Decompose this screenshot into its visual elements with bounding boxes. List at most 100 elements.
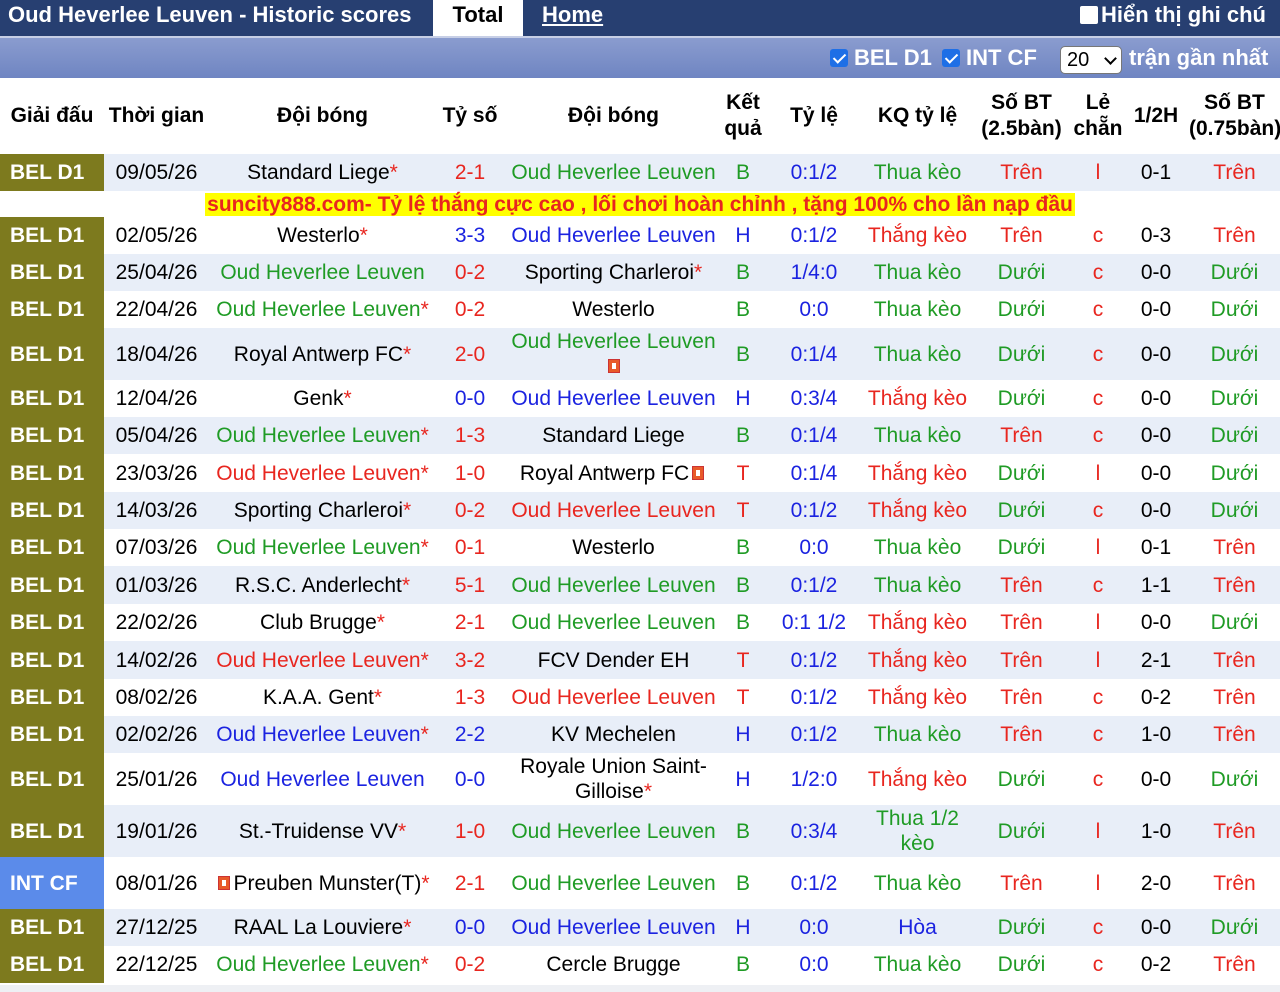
ad-text[interactable]: suncity888.com- Tỷ lệ thắng cực cao , lố… xyxy=(205,192,1075,216)
league-cell[interactable]: BEL D1 xyxy=(0,417,104,454)
home-team-name[interactable]: Oud Heverlee Leuven xyxy=(216,298,420,321)
score-cell[interactable]: 1-3 xyxy=(436,679,504,716)
away-team-name[interactable]: Oud Heverlee Leuven xyxy=(511,330,715,353)
away-team[interactable]: Oud Heverlee Leuven xyxy=(504,566,723,604)
score-cell[interactable]: 2-1 xyxy=(436,857,504,909)
home-team[interactable]: Sporting Charleroi* xyxy=(209,492,436,529)
away-team[interactable]: Oud Heverlee Leuven xyxy=(504,380,723,417)
checkbox-icon[interactable] xyxy=(1080,6,1098,24)
score-cell[interactable]: 2-0 xyxy=(436,328,504,380)
away-team-name[interactable]: Oud Heverlee Leuven xyxy=(511,916,715,939)
league-cell[interactable]: BEL D1 xyxy=(0,946,104,983)
away-team[interactable]: Royal Antwerp FC xyxy=(504,454,723,492)
away-team[interactable]: Westerlo xyxy=(504,291,723,328)
away-team-name[interactable]: Standard Liege xyxy=(542,424,684,447)
league-cell[interactable]: BEL D1 xyxy=(0,753,104,805)
league-cell[interactable]: INT CF xyxy=(0,857,104,909)
league-cell[interactable]: BEL D1 xyxy=(0,604,104,641)
home-team[interactable]: Preuben Munster(T)* xyxy=(209,857,436,909)
home-team[interactable]: Standard Liege* xyxy=(209,154,436,191)
home-team-name[interactable]: St.-Truidense VV xyxy=(239,820,398,843)
home-team-name[interactable]: Oud Heverlee Leuven xyxy=(216,424,420,447)
home-team[interactable]: Oud Heverlee Leuven xyxy=(209,254,436,291)
away-team-name[interactable]: Oud Heverlee Leuven xyxy=(511,820,715,843)
home-team[interactable]: Oud Heverlee Leuven* xyxy=(209,946,436,983)
away-team[interactable]: Oud Heverlee Leuven xyxy=(504,679,723,716)
home-team[interactable]: RAAL La Louviere* xyxy=(209,909,436,946)
home-team-name[interactable]: Westerlo xyxy=(277,224,359,247)
filter-league-bel[interactable]: BEL D1 xyxy=(830,45,932,71)
home-team[interactable]: Oud Heverlee Leuven* xyxy=(209,716,436,753)
tab-total[interactable]: Total xyxy=(433,0,523,36)
away-team-name[interactable]: Sporting Charleroi xyxy=(525,261,694,284)
home-team-name[interactable]: Oud Heverlee Leuven xyxy=(216,953,420,976)
score-cell[interactable]: 5-1 xyxy=(436,566,504,604)
away-team[interactable]: Oud Heverlee Leuven xyxy=(504,604,723,641)
league-cell[interactable]: BEL D1 xyxy=(0,679,104,716)
home-team[interactable]: Genk* xyxy=(209,380,436,417)
home-team-name[interactable]: Royal Antwerp FC xyxy=(234,343,403,366)
match-count-select[interactable]: 20 xyxy=(1060,46,1122,74)
home-team[interactable]: Oud Heverlee Leuven* xyxy=(209,417,436,454)
score-cell[interactable]: 3-2 xyxy=(436,641,504,679)
league-cell[interactable]: BEL D1 xyxy=(0,716,104,753)
league-cell[interactable]: BEL D1 xyxy=(0,641,104,679)
away-team-name[interactable]: Westerlo xyxy=(572,298,654,321)
score-cell[interactable]: 2-2 xyxy=(436,716,504,753)
home-team[interactable]: Oud Heverlee Leuven* xyxy=(209,454,436,492)
checkbox-checked-icon[interactable] xyxy=(942,49,960,67)
score-cell[interactable]: 1-3 xyxy=(436,417,504,454)
league-cell[interactable]: BEL D1 xyxy=(0,328,104,380)
home-team-name[interactable]: Oud Heverlee Leuven xyxy=(220,768,424,791)
away-team[interactable]: Standard Liege xyxy=(504,417,723,454)
score-cell[interactable]: 0-2 xyxy=(436,946,504,983)
score-cell[interactable]: 0-1 xyxy=(436,529,504,566)
league-cell[interactable]: BEL D1 xyxy=(0,154,104,191)
league-cell[interactable]: BEL D1 xyxy=(0,805,104,857)
away-team-name[interactable]: Cercle Brugge xyxy=(546,953,680,976)
ad-cell[interactable]: suncity888.com- Tỷ lệ thắng cực cao , lố… xyxy=(0,191,1280,217)
away-team-name[interactable]: Oud Heverlee Leuven xyxy=(511,574,715,597)
home-team[interactable]: R.S.C. Anderlecht* xyxy=(209,566,436,604)
home-team-name[interactable]: Club Brugge xyxy=(260,611,377,634)
tab-home[interactable]: Home xyxy=(542,2,603,28)
away-team[interactable]: Oud Heverlee Leuven xyxy=(504,805,723,857)
away-team-name[interactable]: Oud Heverlee Leuven xyxy=(511,611,715,634)
home-team[interactable]: Westerlo* xyxy=(209,217,436,254)
filter-league-int[interactable]: INT CF xyxy=(942,45,1037,71)
home-team-name[interactable]: Preuben Munster(T) xyxy=(233,872,421,895)
home-team[interactable]: St.-Truidense VV* xyxy=(209,805,436,857)
away-team[interactable]: Sporting Charleroi* xyxy=(504,254,723,291)
home-team[interactable]: Oud Heverlee Leuven* xyxy=(209,529,436,566)
away-team-name[interactable]: Westerlo xyxy=(572,536,654,559)
away-team[interactable]: Oud Heverlee Leuven xyxy=(504,909,723,946)
home-team[interactable]: Royal Antwerp FC* xyxy=(209,328,436,380)
home-team[interactable]: Oud Heverlee Leuven* xyxy=(209,641,436,679)
league-cell[interactable]: BEL D1 xyxy=(0,529,104,566)
away-team[interactable]: FCV Dender EH xyxy=(504,641,723,679)
away-team[interactable]: Westerlo xyxy=(504,529,723,566)
away-team-name[interactable]: Oud Heverlee Leuven xyxy=(511,499,715,522)
home-team-name[interactable]: Oud Heverlee Leuven xyxy=(216,649,420,672)
away-team[interactable]: Cercle Brugge xyxy=(504,946,723,983)
checkbox-checked-icon[interactable] xyxy=(830,49,848,67)
score-cell[interactable]: 0-0 xyxy=(436,380,504,417)
league-cell[interactable]: BEL D1 xyxy=(0,454,104,492)
home-team[interactable]: Oud Heverlee Leuven* xyxy=(209,291,436,328)
home-team-name[interactable]: Sporting Charleroi xyxy=(234,499,403,522)
home-team-name[interactable]: Oud Heverlee Leuven xyxy=(216,462,420,485)
away-team[interactable]: Oud Heverlee Leuven xyxy=(504,857,723,909)
away-team-name[interactable]: Royal Antwerp FC xyxy=(520,462,689,485)
score-cell[interactable]: 2-1 xyxy=(436,154,504,191)
home-team[interactable]: K.A.A. Gent* xyxy=(209,679,436,716)
score-cell[interactable]: 0-0 xyxy=(436,753,504,805)
score-cell[interactable]: 0-0 xyxy=(436,909,504,946)
away-team[interactable]: Royale Union Saint-Gilloise* xyxy=(504,753,723,805)
away-team[interactable]: Oud Heverlee Leuven xyxy=(504,492,723,529)
away-team[interactable]: Oud Heverlee Leuven xyxy=(504,328,723,380)
score-cell[interactable]: 0-2 xyxy=(436,254,504,291)
away-team-name[interactable]: Oud Heverlee Leuven xyxy=(511,387,715,410)
home-team-name[interactable]: RAAL La Louviere xyxy=(234,916,404,939)
home-team-name[interactable]: Standard Liege xyxy=(247,161,389,184)
league-cell[interactable]: BEL D1 xyxy=(0,217,104,254)
